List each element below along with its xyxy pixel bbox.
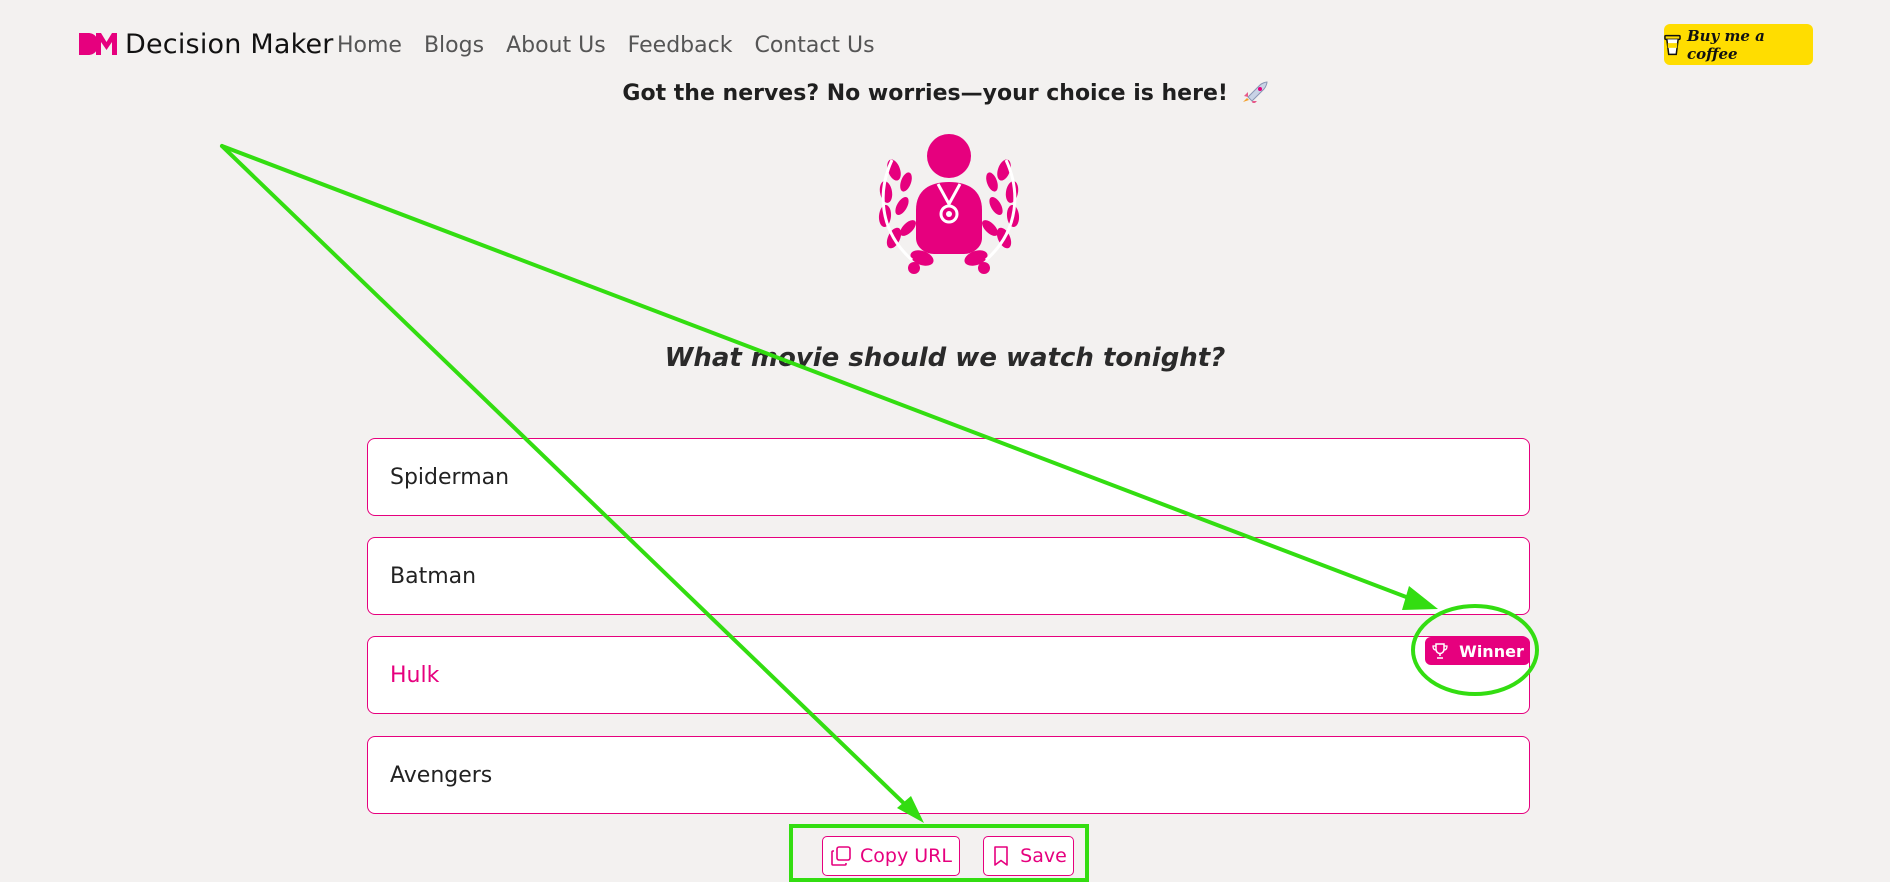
winner-laurel-icon	[878, 134, 1020, 274]
trophy-icon	[1432, 643, 1448, 659]
copy-url-label: Copy URL	[860, 845, 952, 867]
rocket-icon	[1242, 81, 1268, 103]
nav-link-about-us[interactable]: About Us	[506, 33, 606, 58]
tagline: Got the nerves? No worries—your choice i…	[0, 81, 1890, 106]
question-title: What movie should we watch tonight?	[664, 343, 1226, 373]
option-spiderman[interactable]: Spiderman	[367, 438, 1530, 516]
bookmark-icon	[994, 846, 1008, 866]
winner-badge-label: Winner	[1459, 641, 1524, 661]
copy-url-button[interactable]: Copy URL	[822, 836, 960, 876]
coffee-button-label: Buy me a coffee	[1686, 26, 1765, 63]
winner-badge: Winner	[1425, 637, 1530, 665]
buy-me-a-coffee-button[interactable]: Buy me a coffee	[1664, 24, 1813, 65]
nav-link-blogs[interactable]: Blogs	[424, 33, 484, 58]
page: Decision Maker Home Blogs About Us Feedb…	[0, 0, 1890, 882]
nav-link-home[interactable]: Home	[337, 33, 402, 58]
save-label: Save	[1020, 845, 1067, 867]
save-button[interactable]: Save	[983, 836, 1074, 876]
dm-logo-icon	[79, 33, 117, 55]
nav-links: Home Blogs About Us Feedback Contact Us	[337, 30, 897, 60]
brand-name: Decision Maker	[125, 28, 334, 60]
tagline-text: Got the nerves? No worries—your choice i…	[622, 81, 1228, 106]
nav-link-feedback[interactable]: Feedback	[628, 33, 733, 58]
nav-link-contact-us[interactable]: Contact Us	[754, 33, 874, 58]
option-batman[interactable]: Batman	[367, 537, 1530, 615]
annotation-arrow-to-winner	[220, 144, 1424, 605]
copy-icon	[831, 846, 851, 866]
coffee-cup-icon	[1664, 34, 1681, 55]
navbar: Decision Maker Home Blogs About Us Feedb…	[0, 0, 1890, 90]
option-avengers[interactable]: Avengers	[367, 736, 1530, 814]
brand-link[interactable]: Decision Maker	[79, 24, 334, 64]
option-hulk[interactable]: Hulk	[367, 636, 1530, 714]
